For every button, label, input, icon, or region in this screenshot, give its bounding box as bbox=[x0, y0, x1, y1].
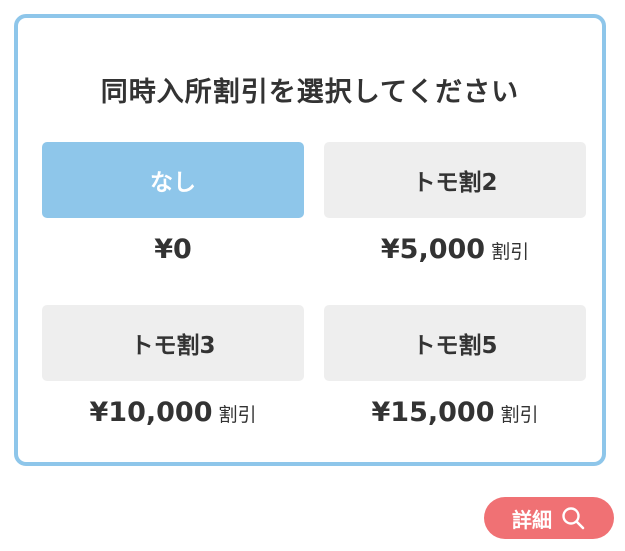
option-tomo3-button[interactable]: トモ割3 bbox=[42, 305, 304, 381]
option-tomo2: トモ割2 ¥5,000 割引 bbox=[324, 142, 586, 265]
option-tomo2-button[interactable]: トモ割2 bbox=[324, 142, 586, 218]
price-suffix: 割引 bbox=[218, 404, 257, 426]
option-none: なし ¥0 bbox=[42, 142, 304, 265]
option-tomo3: トモ割3 ¥10,000 割引 bbox=[42, 305, 304, 428]
price-value: ¥15,000 bbox=[371, 397, 495, 428]
panel-title: 同時入所割引を選択してください bbox=[100, 77, 520, 108]
price-value: ¥10,000 bbox=[89, 397, 213, 428]
price-value: ¥5,000 bbox=[380, 234, 486, 265]
price-suffix: 割引 bbox=[491, 241, 530, 263]
price-suffix: 割引 bbox=[500, 404, 539, 426]
detail-button-label: 詳細 bbox=[512, 507, 552, 532]
option-tomo5-price: ¥15,000 割引 bbox=[324, 397, 586, 428]
option-tomo3-price: ¥10,000 割引 bbox=[42, 397, 304, 428]
option-none-price: ¥0 bbox=[42, 234, 304, 265]
option-none-button[interactable]: なし bbox=[42, 142, 304, 218]
detail-button[interactable]: 詳細 bbox=[484, 497, 614, 539]
search-icon bbox=[560, 505, 586, 531]
discount-selection-panel: 同時入所割引を選択してください なし ¥0 トモ割2 ¥5,000 割引 トモ割3… bbox=[14, 14, 606, 466]
option-tomo5-button[interactable]: トモ割5 bbox=[324, 305, 586, 381]
price-value: ¥0 bbox=[154, 234, 192, 265]
option-tomo2-price: ¥5,000 割引 bbox=[324, 234, 586, 265]
option-tomo5: トモ割5 ¥15,000 割引 bbox=[324, 305, 586, 428]
